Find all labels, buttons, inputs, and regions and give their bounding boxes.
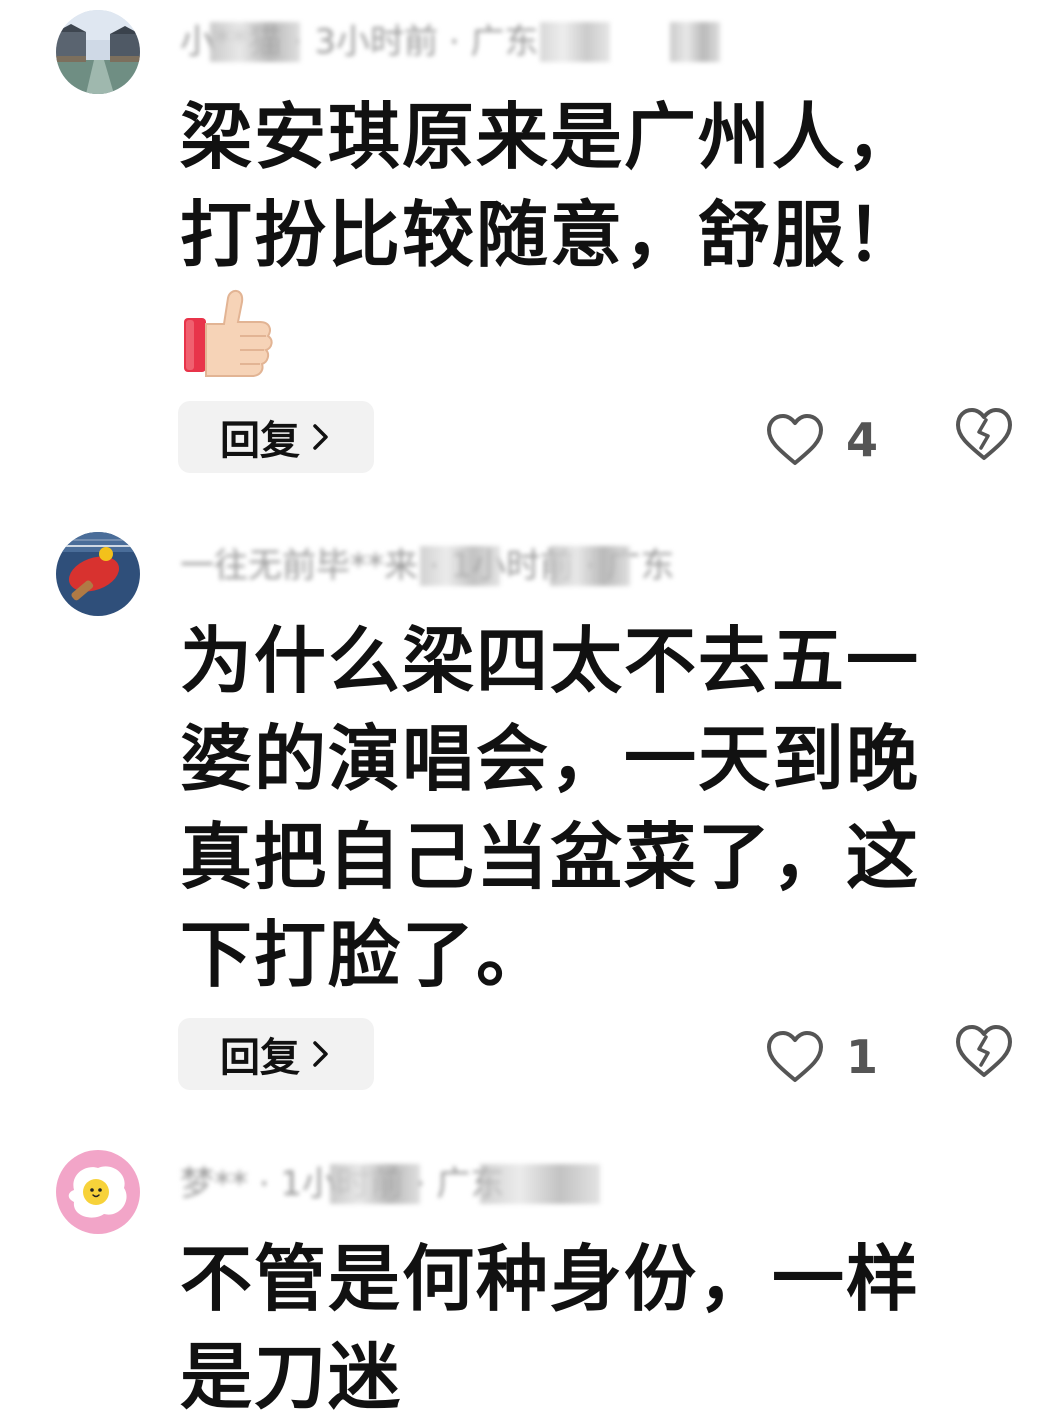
comment-meta: 梦** · 1小时前 · 广东 xyxy=(180,1164,740,1204)
reply-button-label: 回复 xyxy=(220,1035,300,1081)
canal-town-avatar xyxy=(56,10,140,94)
broken-heart-icon[interactable] xyxy=(954,406,1014,462)
comment-text-line: 为什么梁四太不去五一 xyxy=(180,619,921,703)
reply-button[interactable]: 回复 xyxy=(178,1018,374,1090)
like-button[interactable]: 4 xyxy=(766,408,878,472)
reply-button[interactable]: 回复 xyxy=(178,401,374,473)
like-button[interactable]: 1 xyxy=(766,1025,878,1089)
privacy-mosaic xyxy=(540,22,610,62)
chevron-right-icon xyxy=(313,1041,328,1067)
comment-text: 梁安琪原来是广州人， 打扮比较随意，舒服！ xyxy=(180,88,980,284)
ping-pong-paddle-avatar xyxy=(56,532,140,616)
like-count: 1 xyxy=(846,1030,879,1084)
comment-text-line: 真把自己当盆菜了，这 xyxy=(180,815,921,899)
comment-text-line: 不管是何种身份，一样 xyxy=(180,1237,921,1321)
comment-text-line: 梁安琪原来是广州人， xyxy=(180,95,921,179)
user-avatar[interactable] xyxy=(56,1150,140,1234)
privacy-mosaic xyxy=(420,546,500,586)
comment-text-line: 下打脸了。 xyxy=(180,913,551,997)
comment-text-line: 是刀迷 xyxy=(180,1335,403,1419)
user-avatar[interactable] xyxy=(56,10,140,94)
heart-icon xyxy=(767,1031,823,1082)
thumbs-up-icon xyxy=(180,284,276,380)
reply-button-label: 回复 xyxy=(220,418,300,464)
privacy-mosaic xyxy=(330,1164,420,1204)
fried-egg-avatar xyxy=(56,1150,140,1234)
chevron-right-icon xyxy=(313,424,328,450)
comment-text: 为什么梁四太不去五一 婆的演唱会，一天到晚 真把自己当盆菜了，这 下打脸了。 xyxy=(180,612,980,1004)
user-avatar[interactable] xyxy=(56,532,140,616)
privacy-mosaic xyxy=(480,1164,600,1204)
comment-meta: 一往无前毕**来 · 1小时前 · 广东 xyxy=(180,546,740,586)
comment-text: 不管是何种身份，一样 是刀迷 xyxy=(180,1230,980,1426)
privacy-mosaic xyxy=(210,22,300,62)
broken-heart-icon[interactable] xyxy=(954,1023,1014,1079)
comment-text-line: 打扮比较随意，舒服！ xyxy=(180,193,921,277)
privacy-mosaic xyxy=(670,22,720,62)
like-count: 4 xyxy=(846,413,879,467)
privacy-mosaic xyxy=(550,546,630,586)
heart-icon xyxy=(767,414,823,465)
comment-meta: 小**猫 · 3小时前 · 广东 xyxy=(180,22,740,62)
comment-text-line: 婆的演唱会，一天到晚 xyxy=(180,717,921,801)
